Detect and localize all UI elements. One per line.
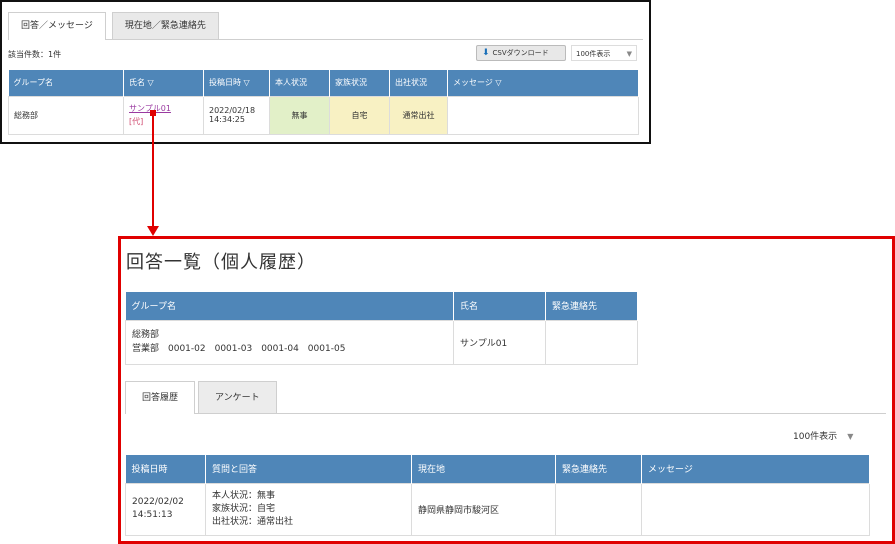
col-emergency-contact: 緊急連絡先 [555, 455, 642, 483]
page-title: 回答一覧（個人履歴） [126, 252, 316, 273]
cell-message [641, 482, 870, 536]
per-page-value: 100件表示 [576, 50, 611, 58]
col-self-status: 本人状況 [269, 70, 330, 96]
cell-emergency-contact [545, 319, 638, 365]
col-group: グループ名 [8, 70, 124, 96]
cell-group: 総務部 [8, 95, 124, 135]
col-office-status: 出社状況 [389, 70, 448, 96]
detail-tab-bar: 回答履歴 アンケート [125, 381, 280, 414]
col-location: 現在地 [411, 455, 556, 483]
member-info-table: グループ名 氏名 緊急連絡先 総務部 営業部 0001-02 0001-03 0… [125, 292, 638, 365]
group-line-2: 営業部 0001-02 0001-03 0001-04 0001-05 [132, 344, 346, 354]
col-name: 氏名 [453, 292, 546, 320]
cell-datetime: 2022/02/02 14:51:13 [125, 482, 206, 536]
cell-date: 2022/02/18 [209, 106, 256, 115]
col-emergency-contact: 緊急連絡先 [545, 292, 638, 320]
cell-self-status: 無事 [269, 95, 330, 135]
download-icon: ⬇ [482, 48, 490, 58]
cell-name: サンプル01 [代] [123, 95, 204, 135]
qa-self-status: 本人状況：無事 [212, 490, 276, 501]
table-header-row: 投稿日時 質問と回答 現在地 緊急連絡先 メッセージ [125, 455, 870, 483]
chevron-down-icon: ▼ [626, 50, 632, 58]
arrow-line [152, 113, 154, 228]
col-message-sort[interactable]: メッセージ ▽ [447, 70, 639, 96]
result-count: 該当件数：1件 [8, 50, 62, 59]
cell-date: 2022/02/02 [132, 497, 184, 507]
cell-office-status: 通常出社 [389, 95, 448, 135]
tab-location-contact[interactable]: 現在地／緊急連絡先 [111, 12, 219, 39]
per-page-select[interactable]: 100件表示 ▼ [571, 45, 637, 61]
qa-family-status: 家族状況：自宅 [212, 503, 276, 514]
cell-message [447, 95, 639, 135]
table-row: 総務部 サンプル01 [代] 2022/02/18 14:34:25 無事 自宅… [8, 95, 639, 135]
cell-group: 総務部 営業部 0001-02 0001-03 0001-04 0001-05 [125, 319, 454, 365]
cell-location: 静岡県静岡市駿河区 [411, 482, 556, 536]
table-header-row: グループ名 氏名 ▽ 投稿日時 ▽ 本人状況 家族状況 出社状況 メッセージ ▽ [8, 70, 639, 96]
cell-datetime: 2022/02/18 14:34:25 [203, 95, 270, 135]
col-family-status: 家族状況 [329, 70, 390, 96]
table-row: 総務部 営業部 0001-02 0001-03 0001-04 0001-05 … [125, 319, 638, 365]
cell-emergency-contact [555, 482, 642, 536]
cell-family-status: 自宅 [329, 95, 390, 135]
answer-list-screen: 回答／メッセージ 現在地／緊急連絡先 該当件数：1件 ⬇ CSVダウンロード 1… [0, 0, 651, 144]
tab-answer-message[interactable]: 回答／メッセージ [8, 12, 106, 40]
chevron-down-icon: ▼ [847, 432, 854, 441]
cell-time: 14:34:25 [209, 115, 245, 124]
top-tab-bar: 回答／メッセージ 現在地／緊急連絡先 [8, 12, 225, 40]
cell-name: サンプル01 [453, 319, 546, 365]
answer-history-table: 投稿日時 質問と回答 現在地 緊急連絡先 メッセージ 2022/02/02 14… [125, 455, 870, 536]
table-header-row: グループ名 氏名 緊急連絡先 [125, 292, 638, 320]
col-date-sort[interactable]: 投稿日時 ▽ [203, 70, 270, 96]
arrow-down-icon [147, 226, 159, 236]
csv-download-button[interactable]: ⬇ CSVダウンロード [476, 45, 566, 61]
tab-divider [125, 413, 886, 414]
col-question-answer: 質問と回答 [205, 455, 412, 483]
col-group: グループ名 [125, 292, 454, 320]
qa-office-status: 出社状況：通常出社 [212, 516, 294, 527]
cell-time: 14:51:13 [132, 510, 173, 520]
answer-table: グループ名 氏名 ▽ 投稿日時 ▽ 本人状況 家族状況 出社状況 メッセージ ▽… [8, 70, 639, 135]
personal-history-screen: 回答一覧（個人履歴） グループ名 氏名 緊急連絡先 総務部 営業部 0001-0… [118, 236, 895, 544]
table-row: 2022/02/02 14:51:13 本人状況：無事 家族状況：自宅 出社状況… [125, 482, 870, 536]
col-message: メッセージ [641, 455, 870, 483]
group-line-1: 総務部 [132, 330, 160, 340]
tab-answer-history[interactable]: 回答履歴 [125, 381, 196, 414]
col-name-sort[interactable]: 氏名 ▽ [123, 70, 204, 96]
proxy-badge: [代] [129, 117, 144, 126]
per-page-value: 100件表示 [793, 432, 838, 442]
col-posted-at: 投稿日時 [125, 455, 206, 483]
per-page-select[interactable]: 100件表示 ▼ [793, 429, 853, 442]
cell-question-answer: 本人状況：無事 家族状況：自宅 出社状況：通常出社 [205, 482, 412, 536]
tab-survey[interactable]: アンケート [198, 381, 277, 413]
csv-download-label: CSVダウンロード [492, 49, 549, 57]
member-name-link[interactable]: サンプル01 [129, 103, 203, 114]
